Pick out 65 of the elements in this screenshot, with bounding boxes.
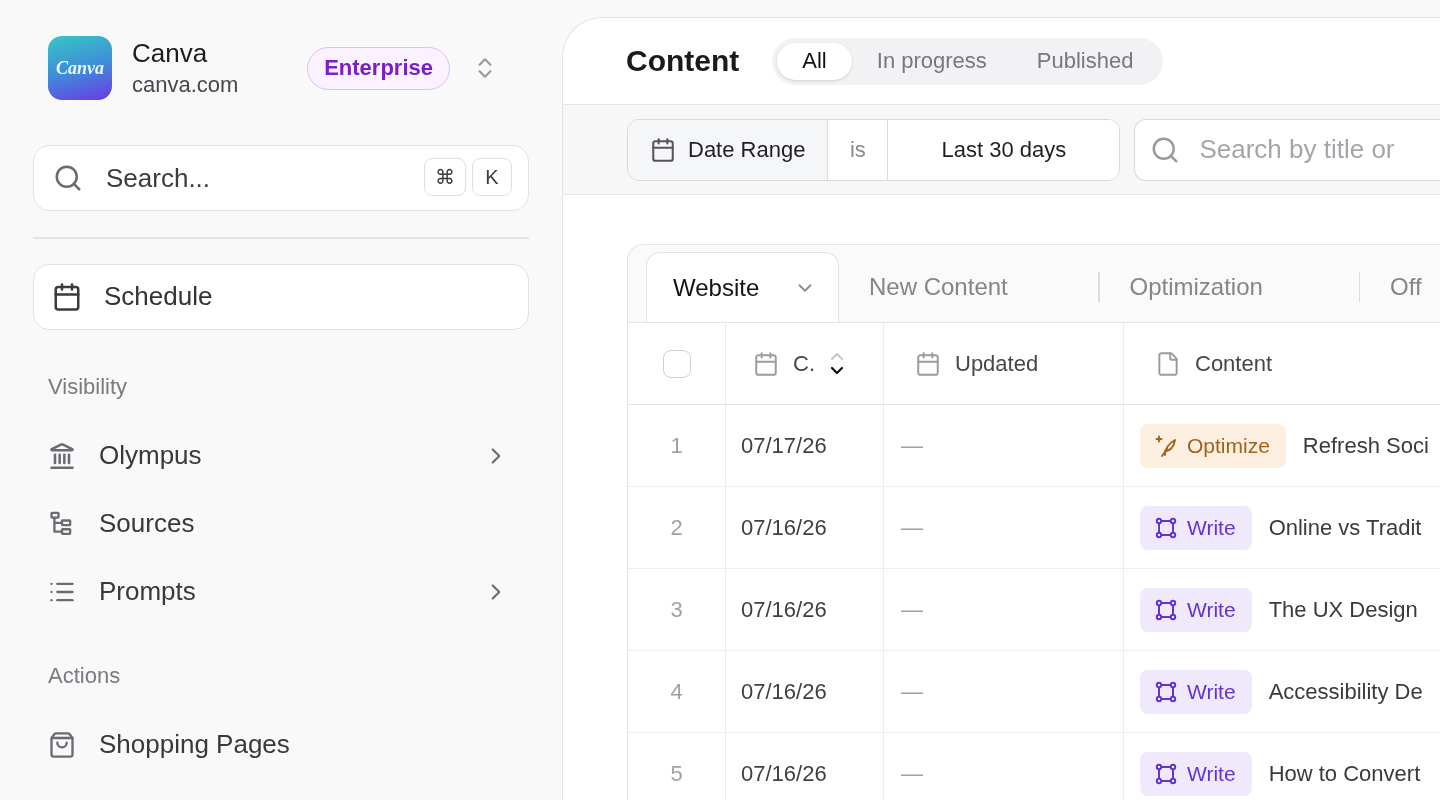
column-header: Updated [955, 350, 1039, 377]
table-tab[interactable]: New Content [839, 252, 1098, 322]
calendar-icon [915, 350, 941, 377]
column-header: C. [793, 350, 815, 377]
tag-label: Optimize [1187, 433, 1270, 458]
table-tab[interactable]: Off [1360, 252, 1440, 322]
empty-value: — [901, 760, 923, 787]
date-cell: 07/16/26 [741, 514, 827, 541]
feather-sparkle-icon [1154, 433, 1178, 458]
row-number: 2 [670, 514, 683, 541]
nav-item[interactable]: Prompts [33, 557, 529, 626]
page-title: Content [626, 44, 740, 78]
row-number: 1 [670, 432, 683, 459]
content-title: Refresh Soci [1302, 432, 1429, 459]
calendar-icon [52, 281, 82, 312]
vector-square-icon [1154, 679, 1178, 704]
table-tab[interactable]: Website [646, 252, 839, 322]
tag-label: Write [1187, 597, 1236, 622]
filter-field-button[interactable]: Date Range [628, 119, 829, 180]
content-title: Accessibility De [1268, 678, 1423, 705]
row-number: 3 [670, 596, 683, 623]
content-title: How to Convert [1268, 760, 1421, 787]
plan-badge: Enterprise [307, 46, 450, 90]
nav-item[interactable]: Olympus [33, 421, 529, 490]
nav-item[interactable]: Shopping Pages [33, 710, 529, 779]
row-number: 4 [670, 678, 683, 705]
search-icon [53, 163, 83, 193]
empty-value: — [901, 596, 923, 623]
shopping-bag-icon [48, 730, 76, 759]
bank-icon [48, 441, 76, 470]
app-logo: Canva [48, 36, 112, 100]
nav-item[interactable]: Sources [33, 489, 529, 558]
vector-square-icon [1154, 597, 1178, 622]
status-tab[interactable]: Published [1011, 42, 1159, 80]
content-title: Online vs Tradit [1268, 514, 1422, 541]
search-field[interactable]: Search by title or [1134, 118, 1440, 181]
tag-label: Write [1187, 761, 1236, 786]
empty-value: — [901, 514, 923, 541]
column-header: Content [1195, 350, 1273, 377]
checkbox[interactable] [662, 349, 691, 378]
status-tab[interactable]: All [777, 42, 852, 80]
status-tab[interactable]: In progress [851, 42, 1012, 80]
calendar-icon [650, 136, 676, 163]
empty-value: — [901, 432, 923, 459]
schedule-button[interactable]: Schedule [33, 263, 529, 330]
section-label: Actions [48, 661, 121, 690]
file-icon [1155, 350, 1181, 377]
workspace-name: Canva [132, 38, 209, 68]
date-cell: 07/16/26 [741, 596, 827, 623]
calendar-icon [753, 350, 779, 377]
shortcut-key: ⌘ [424, 158, 466, 196]
table-tab[interactable]: Optimization [1099, 252, 1359, 322]
tag-label: Write [1187, 515, 1236, 540]
vector-square-icon [1154, 515, 1178, 540]
empty-value: — [901, 678, 923, 705]
row-number: 5 [670, 760, 683, 787]
section-label: Visibility [48, 372, 128, 401]
date-cell: 07/16/26 [741, 678, 827, 705]
content-title: The UX Design [1268, 596, 1418, 623]
vector-square-icon [1154, 761, 1178, 786]
date-cell: 07/17/26 [741, 432, 827, 459]
tag-label: Write [1187, 679, 1236, 704]
shortcut-key: K [472, 158, 512, 196]
date-cell: 07/16/26 [741, 760, 827, 787]
workspace-domain: canva.com [132, 72, 240, 98]
